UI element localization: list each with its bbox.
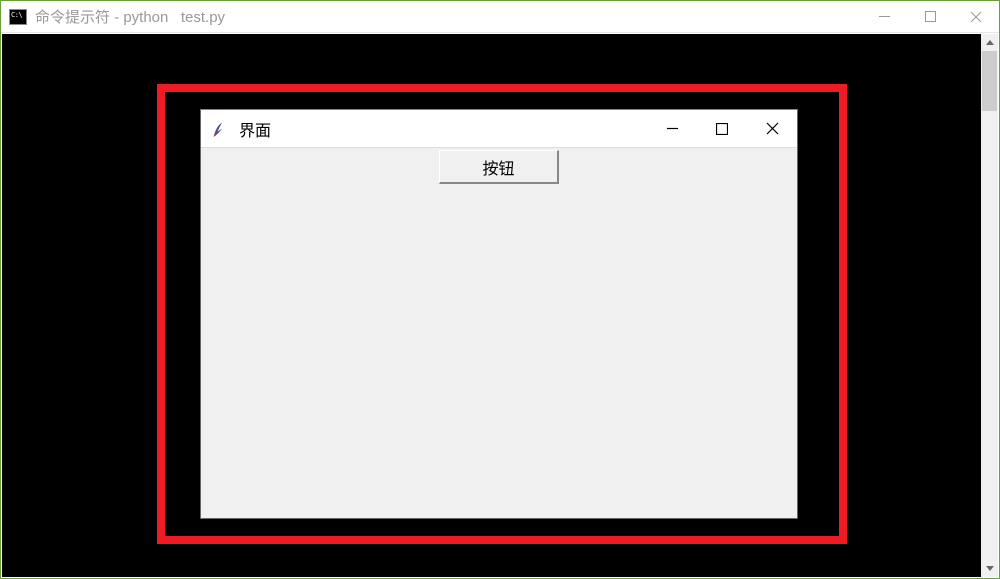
tk-window: 界面 按钮 (200, 109, 798, 519)
minimize-icon (667, 123, 678, 134)
scroll-down-arrow[interactable] (981, 560, 998, 577)
vertical-scrollbar[interactable] (981, 34, 998, 577)
cmd-minimize-button[interactable] (861, 1, 907, 32)
cmd-window-controls (861, 1, 999, 32)
tk-close-button[interactable] (747, 110, 797, 147)
cmd-icon (9, 9, 27, 25)
tk-title: 界面 (239, 117, 647, 141)
scroll-up-arrow[interactable] (981, 34, 998, 51)
cmd-content: 界面 按钮 (2, 34, 981, 577)
cmd-window: 命令提示符 - python test.py 界面 (0, 0, 1000, 579)
close-icon (766, 122, 779, 135)
tk-window-controls (647, 110, 797, 147)
chevron-down-icon (986, 566, 994, 571)
tk-feather-icon (211, 119, 229, 139)
maximize-icon (716, 123, 728, 135)
cmd-close-button[interactable] (953, 1, 999, 32)
chevron-up-icon (986, 40, 994, 45)
tk-minimize-button[interactable] (647, 110, 697, 147)
maximize-icon (925, 11, 936, 22)
tk-button[interactable]: 按钮 (439, 150, 559, 184)
tk-titlebar[interactable]: 界面 (201, 110, 797, 148)
scroll-thumb[interactable] (982, 51, 997, 111)
minimize-icon (879, 11, 890, 22)
tk-maximize-button[interactable] (697, 110, 747, 147)
cmd-title: 命令提示符 - python test.py (35, 6, 861, 27)
close-icon (970, 11, 982, 23)
cmd-titlebar[interactable]: 命令提示符 - python test.py (1, 1, 999, 33)
tk-body: 按钮 (201, 148, 797, 518)
cmd-maximize-button[interactable] (907, 1, 953, 32)
